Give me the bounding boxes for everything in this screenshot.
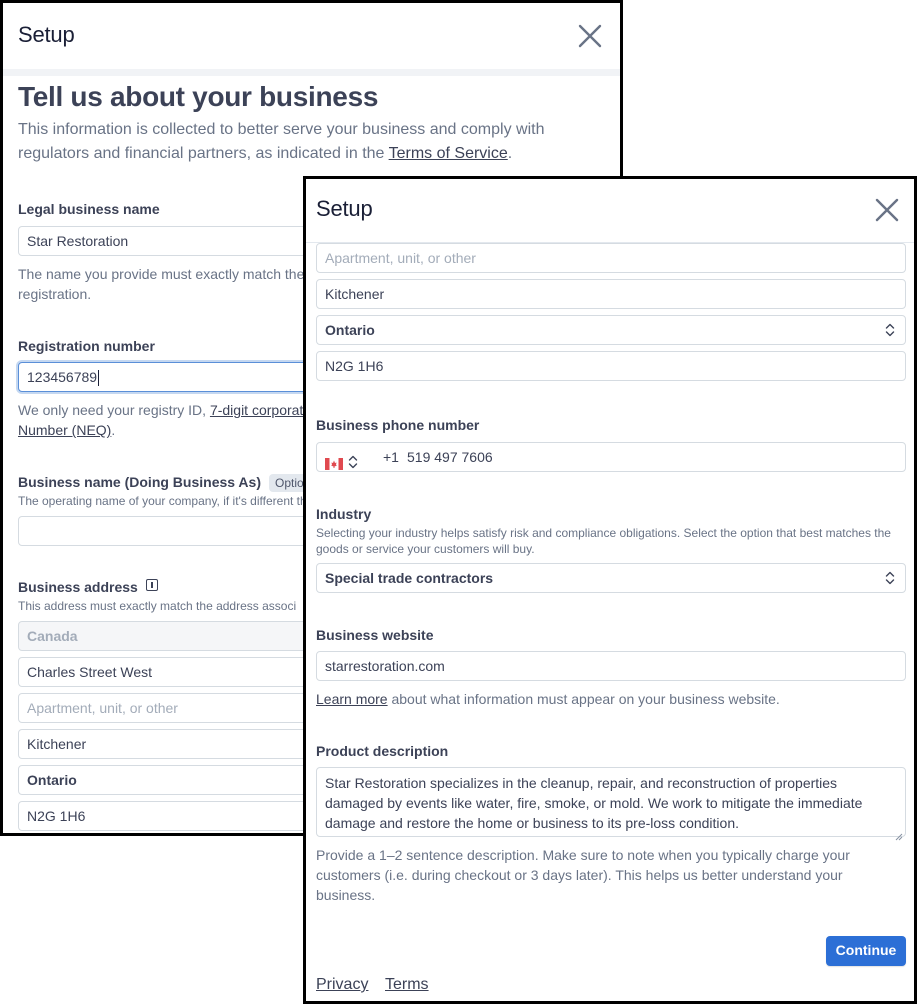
product-description-label: Product description xyxy=(316,743,449,759)
registration-value: 123456789 xyxy=(27,369,98,385)
product-description-help: Provide a 1–2 sentence description. Make… xyxy=(316,847,850,903)
website-help: Learn more about what information must a… xyxy=(316,691,780,707)
province-select[interactable]: Ontario xyxy=(316,315,906,345)
city-input[interactable]: Kitchener xyxy=(18,729,338,759)
province-value: Ontario xyxy=(325,322,375,338)
phone-number-value: 519 497 7606 xyxy=(407,449,493,465)
close-icon[interactable] xyxy=(873,196,901,224)
unit-input[interactable]: Apartment, unit, or other xyxy=(18,693,338,723)
dba-input[interactable] xyxy=(18,516,338,546)
privacy-link[interactable]: Privacy xyxy=(316,976,368,994)
street-input[interactable]: Charles Street West xyxy=(18,657,338,687)
legal-name-input[interactable]: Star Restoration xyxy=(18,226,338,256)
website-label: Business website xyxy=(316,627,434,643)
dialog-header: Setup xyxy=(306,179,914,243)
address-help: This address must exactly match the addr… xyxy=(18,599,297,613)
dialog-header: Setup xyxy=(3,3,620,69)
intro-text: This information is collected to better … xyxy=(18,121,545,162)
address-label: Business address xyxy=(18,579,138,595)
city-input[interactable]: Kitchener xyxy=(316,279,906,309)
industry-help: Selecting your industry helps satisfy ri… xyxy=(316,526,891,556)
terms-of-service-link[interactable]: Terms of Service xyxy=(389,145,508,162)
phone-label: Business phone number xyxy=(316,417,480,433)
website-input[interactable]: starrestoration.com xyxy=(316,651,906,681)
phone-country-code: +1 xyxy=(383,449,399,465)
chevron-up-down-icon[interactable] xyxy=(348,450,358,469)
industry-value: Special trade contractors xyxy=(325,570,494,586)
dba-help: The operating name of your company, if i… xyxy=(18,494,307,508)
legal-name-help: The name you provide must exactly match … xyxy=(18,266,305,302)
setup-dialog-front: Setup Apartment, unit, or other Kitchene… xyxy=(303,176,917,1004)
terms-link[interactable]: Terms xyxy=(385,976,429,994)
registration-label: Registration number xyxy=(18,338,155,354)
header-divider xyxy=(3,69,620,76)
text-caret xyxy=(98,370,100,387)
dialog-title: Setup xyxy=(316,196,373,221)
chevron-up-down-icon xyxy=(885,323,895,337)
learn-more-link[interactable]: Learn more xyxy=(316,691,388,707)
page-title: Tell us about your business xyxy=(18,81,379,112)
info-icon[interactable] xyxy=(146,579,158,591)
product-description-textarea[interactable]: Star Restoration specializes in the clea… xyxy=(316,767,906,841)
province-select[interactable]: Ontario xyxy=(18,765,338,795)
industry-select[interactable]: Special trade contractors xyxy=(316,563,906,593)
dba-label: Business name (Doing Business As) xyxy=(18,474,261,490)
resize-handle-icon[interactable] xyxy=(895,826,903,841)
neq-link[interactable]: Number (NEQ) xyxy=(18,422,111,438)
unit-input[interactable]: Apartment, unit, or other xyxy=(316,243,906,273)
canada-flag-icon[interactable] xyxy=(325,451,343,470)
registration-input[interactable]: 123456789 xyxy=(18,362,338,392)
industry-label: Industry xyxy=(316,506,372,522)
legal-name-label: Legal business name xyxy=(18,201,160,217)
postal-input[interactable]: N2G 1H6 xyxy=(18,801,338,831)
dialog-title: Setup xyxy=(18,22,75,47)
close-icon[interactable] xyxy=(576,22,604,50)
country-select[interactable]: Canada xyxy=(18,621,338,651)
chevron-up-down-icon xyxy=(885,571,895,585)
corporation-number-link[interactable]: 7-digit corporat xyxy=(210,402,303,418)
registration-help: We only need your registry ID, 7-digit c… xyxy=(18,402,304,438)
postal-input[interactable]: N2G 1H6 xyxy=(316,351,906,381)
continue-button[interactable]: Continue xyxy=(826,936,906,966)
phone-input[interactable]: +1 519 497 7606 xyxy=(316,442,906,472)
